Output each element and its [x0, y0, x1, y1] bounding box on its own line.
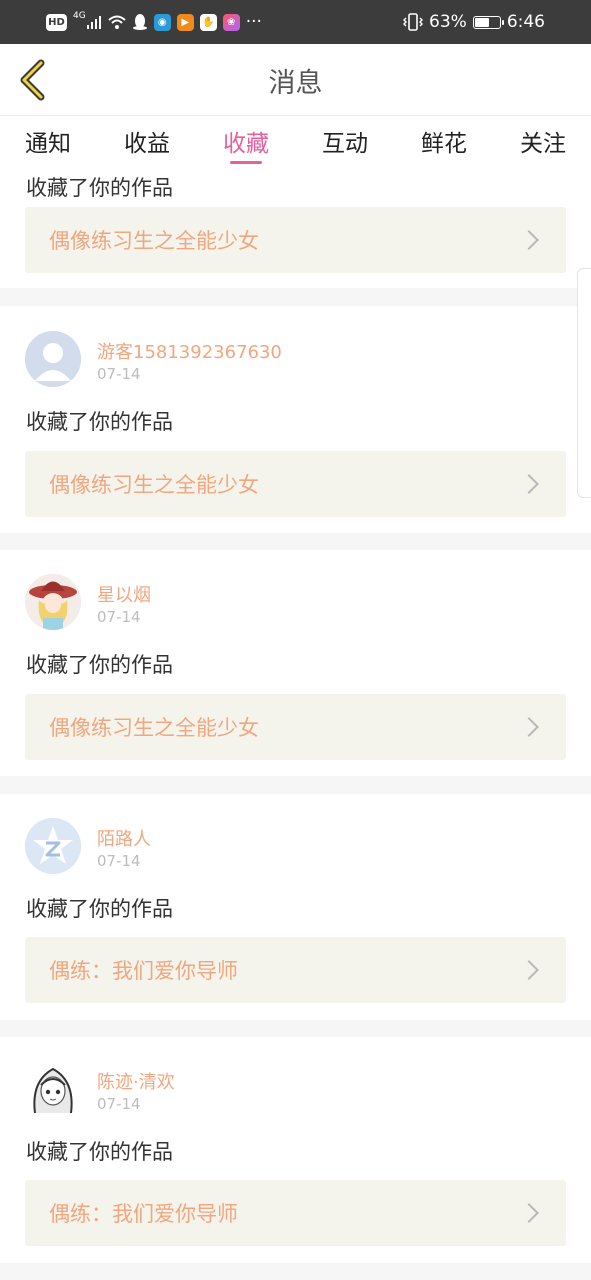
tab-label: 收益: [124, 131, 170, 157]
tab-label: 收藏: [223, 131, 269, 157]
app-header: 消息: [0, 44, 591, 116]
work-link[interactable]: 偶像练习生之全能少女: [25, 207, 566, 273]
browser-icon: ◉: [153, 13, 171, 31]
tab-earnings[interactable]: 收益: [107, 116, 187, 166]
battery-fill: [474, 17, 489, 27]
message-list[interactable]: 收藏了你的作品 偶像练习生之全能少女 游客1581392367630 07-14…: [0, 166, 591, 1280]
username[interactable]: 游客1581392367630: [97, 338, 282, 364]
work-title: 偶像练习生之全能少女: [49, 229, 259, 253]
tab-following[interactable]: 关注: [503, 116, 583, 166]
message-date: 07-14: [97, 365, 141, 383]
default-avatar-icon: [25, 331, 81, 387]
video-app-icon: ▶: [176, 13, 194, 31]
avatar[interactable]: [25, 331, 81, 387]
status-bar: HD 4G ◉ ▶ ✋ ❀ ··· 63% 6:46: [0, 0, 591, 44]
qq-zone-avatar-icon: [25, 818, 81, 874]
message-card: 陈迹·清欢 07-14 收藏了你的作品 偶练：我们爱你导师: [0, 1037, 591, 1263]
side-drawer-handle[interactable]: [577, 268, 591, 498]
gallery-app-icon: ❀: [222, 13, 240, 31]
avatar[interactable]: [25, 818, 81, 874]
chevron-right-icon: [519, 960, 539, 980]
tab-label: 通知: [25, 131, 71, 157]
tab-interaction[interactable]: 互动: [305, 116, 385, 166]
anime-avatar-icon: [25, 574, 81, 630]
work-link[interactable]: 偶练：我们爱你导师: [25, 1180, 566, 1246]
avatar[interactable]: [25, 574, 81, 630]
message-date: 07-14: [97, 852, 141, 870]
message-text: 收藏了你的作品: [26, 176, 173, 200]
tab-flowers[interactable]: 鲜花: [404, 116, 484, 166]
tab-notice[interactable]: 通知: [8, 116, 88, 166]
network-type: 4G: [73, 11, 86, 21]
message-date: 07-14: [97, 608, 141, 626]
message-card: 游客1581392367630 07-14 收藏了你的作品 偶像练习生之全能少女: [0, 306, 591, 533]
message-card: 陌路人 07-14 收藏了你的作品 偶练：我们爱你导师: [0, 794, 591, 1020]
username[interactable]: 陌路人: [97, 825, 151, 851]
avatar[interactable]: [25, 1061, 81, 1117]
battery-percent: 63%: [429, 12, 467, 32]
hd-icon: HD: [46, 13, 67, 31]
battery-icon: [472, 15, 504, 29]
chevron-right-icon: [519, 474, 539, 494]
tab-bar: 通知 收益 收藏 互动 鲜花 关注: [0, 116, 591, 166]
chevron-right-icon: [519, 1203, 539, 1223]
status-left: HD 4G ◉ ▶ ✋ ❀ ···: [46, 0, 262, 44]
message-date: 07-14: [97, 1095, 141, 1113]
username[interactable]: 陈迹·清欢: [97, 1068, 175, 1094]
page-title: 消息: [268, 67, 323, 99]
clock: 6:46: [506, 12, 545, 32]
vibrate-icon: [403, 13, 424, 31]
message-text: 收藏了你的作品: [26, 410, 173, 434]
work-link[interactable]: 偶练：我们爱你导师: [25, 937, 566, 1003]
work-title: 偶练：我们爱你导师: [49, 1202, 238, 1226]
message-text: 收藏了你的作品: [26, 897, 173, 921]
more-notifications-icon: ···: [245, 12, 262, 32]
wifi-icon: [108, 15, 126, 29]
message-text: 收藏了你的作品: [26, 1140, 173, 1164]
tab-favorites[interactable]: 收藏: [206, 116, 286, 166]
username[interactable]: 星以烟: [97, 581, 151, 607]
tab-label: 鲜花: [421, 131, 467, 157]
sketch-avatar-icon: [25, 1061, 81, 1117]
message-card: 收藏了你的作品 偶像练习生之全能少女: [0, 166, 591, 288]
tab-label: 关注: [520, 131, 566, 157]
tab-label: 互动: [322, 131, 368, 157]
message-card: 星以烟 07-14 收藏了你的作品 偶像练习生之全能少女: [0, 550, 591, 776]
qq-icon: [132, 14, 147, 30]
work-link[interactable]: 偶像练习生之全能少女: [25, 694, 566, 760]
work-title: 偶练：我们爱你导师: [49, 959, 238, 983]
status-right: 63% 6:46: [403, 0, 545, 44]
hand-app-icon: ✋: [199, 13, 217, 31]
work-title: 偶像练习生之全能少女: [49, 716, 259, 740]
work-link[interactable]: 偶像练习生之全能少女: [25, 451, 566, 517]
active-tab-indicator: [230, 161, 262, 164]
signal-icon: [86, 16, 101, 29]
message-text: 收藏了你的作品: [26, 653, 173, 677]
work-title: 偶像练习生之全能少女: [49, 473, 259, 497]
chevron-right-icon: [519, 230, 539, 250]
chevron-right-icon: [519, 717, 539, 737]
